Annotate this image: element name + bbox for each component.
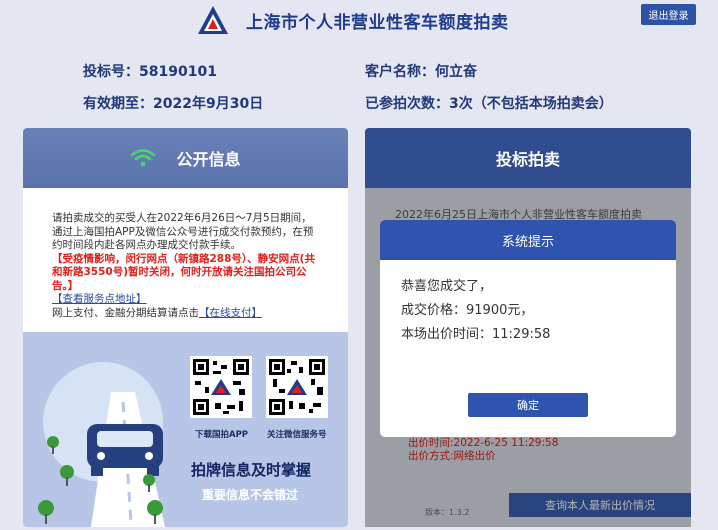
confirm-button[interactable]: 确定 [468,393,588,417]
page-title: 上海市个人非营业性客车额度拍卖 [246,13,509,33]
notice-body: 请拍卖成交的买受人在2022年6月26日～7月5日期间，通过上海国拍APP及微信… [52,212,314,251]
logout-button[interactable]: 退出登录 [641,4,696,25]
public-info-title: 公开信息 [176,150,241,169]
dialog-line-price: 成交价格：91900元， [401,303,534,318]
wifi-icon [131,149,156,167]
app-qr-code [190,356,252,418]
pay-text: 网上支付、金融分期结算请点击 [52,306,199,319]
online-pay-link[interactable]: 【在线支付】 [199,307,262,319]
participation-count: 已参拍次数：3次（不包括本场拍卖会） [365,96,613,112]
wechat-qr-label: 关注微信服务号 [267,430,327,440]
notice-text: 请拍卖成交的买受人在2022年6月26日～7月5日期间，通过上海国拍APP及微信… [52,212,322,320]
customer-name: 客户名称：何立奋 [365,64,477,80]
system-dialog: 系统提示 恭喜您成交了， 成交价格：91900元， 本场出价时间：11:29:5… [380,220,676,437]
app-qr-label: 下载国拍APP [195,430,249,440]
dialog-line-time: 本场出价时间：11:29:58 [401,327,551,342]
wechat-qr-code [266,356,328,418]
public-info-header: 公开信息 [23,128,348,188]
dialog-title: 系统提示 [380,220,676,260]
slogan-main: 拍牌信息及时掌握 [191,461,312,479]
guopai-logo-icon [198,6,228,34]
public-info-panel: 公开信息 请拍卖成交的买受人在2022年6月26日～7月5日期间，通过上海国拍A… [23,128,348,527]
dialog-body: 恭喜您成交了， 成交价格：91900元， 本场出价时间：11:29:58 [401,275,550,347]
bid-number: 投标号：58190101 [83,64,217,80]
valid-until: 有效期至：2022年9月30日 [83,96,264,112]
pay-line: 网上支付、金融分期结算请点击【在线支付】 [52,307,322,321]
dialog-line-congrats: 恭喜您成交了， [401,279,493,294]
slogan-sub: 重要信息不会错过 [202,488,299,502]
car-road-illustration [38,362,165,527]
address-link[interactable]: 【查看服务点地址】 [52,293,322,307]
promo-area: 下载国拍APP 关注微信服务号 拍牌信息及时掌握 重要信息不会错过 [23,332,348,527]
bidding-header: 投标拍卖 [365,128,691,188]
notice-warning: 【受疫情影响，闵行网点（新镇路288号）、静安网点(共和新路3550号)暂时关闭… [52,252,315,292]
